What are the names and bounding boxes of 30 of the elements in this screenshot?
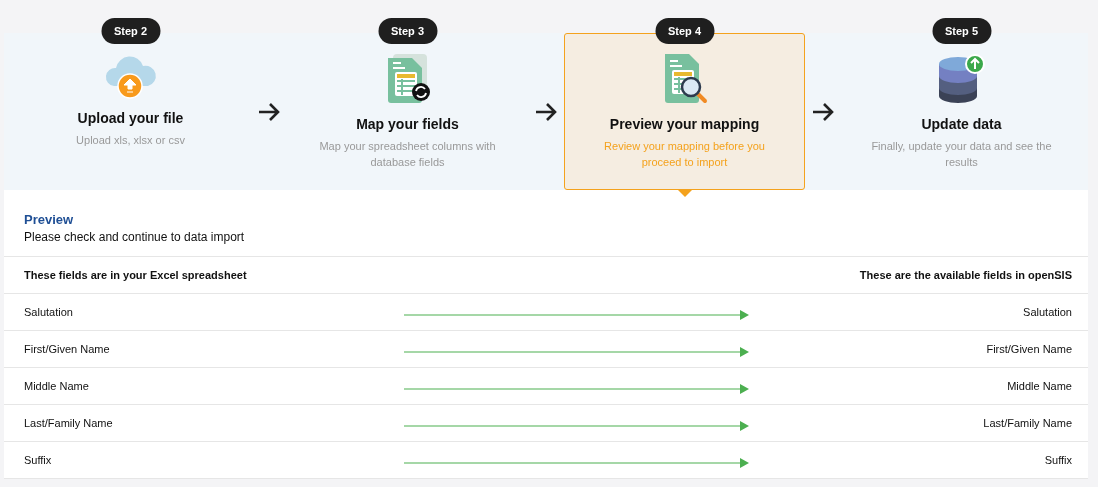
column-header: These are the available fields in openSIS <box>858 269 1072 281</box>
step-description: Upload xls, xlsx or csv <box>76 133 185 148</box>
step-title: Update data <box>921 116 1002 132</box>
target-field: Middle Name <box>749 380 1072 392</box>
step-badge: Step 3 <box>378 18 437 44</box>
target-field: Last/Family Name <box>749 417 1072 429</box>
preview-subtitle: Please check and continue to data import <box>24 230 245 244</box>
preview-title: Preview <box>24 212 74 227</box>
step-title: Upload your file <box>77 110 184 126</box>
step-title: Preview your mapping <box>609 116 760 132</box>
column-header: These fields are in your Excel spreadsheet <box>24 269 248 281</box>
step-description: Map your spreadsheet columns with database fields <box>318 139 497 170</box>
source-field: Last/Family Name <box>24 417 404 429</box>
source-field: Middle Name <box>24 380 404 392</box>
arrow-icon <box>812 102 834 121</box>
target-field: Salutation <box>749 306 1072 318</box>
step-description: Review your mapping before you proceed to import <box>603 139 766 170</box>
source-field: Salutation <box>24 306 404 318</box>
arrow-icon <box>535 102 557 121</box>
step-description: Finally, update your data and see the results <box>870 139 1053 170</box>
target-field: Suffix <box>749 454 1072 466</box>
step-badge: Step 4 <box>655 18 714 44</box>
source-field: Suffix <box>24 454 404 466</box>
step-badge: Step 5 <box>932 18 991 44</box>
step-badge: Step 2 <box>101 18 160 44</box>
pointer-icon <box>677 190 692 197</box>
source-field: First/Given Name <box>24 343 404 355</box>
target-field: First/Given Name <box>749 343 1072 355</box>
arrow-icon <box>258 102 280 121</box>
step-title: Map your fields <box>356 116 459 132</box>
